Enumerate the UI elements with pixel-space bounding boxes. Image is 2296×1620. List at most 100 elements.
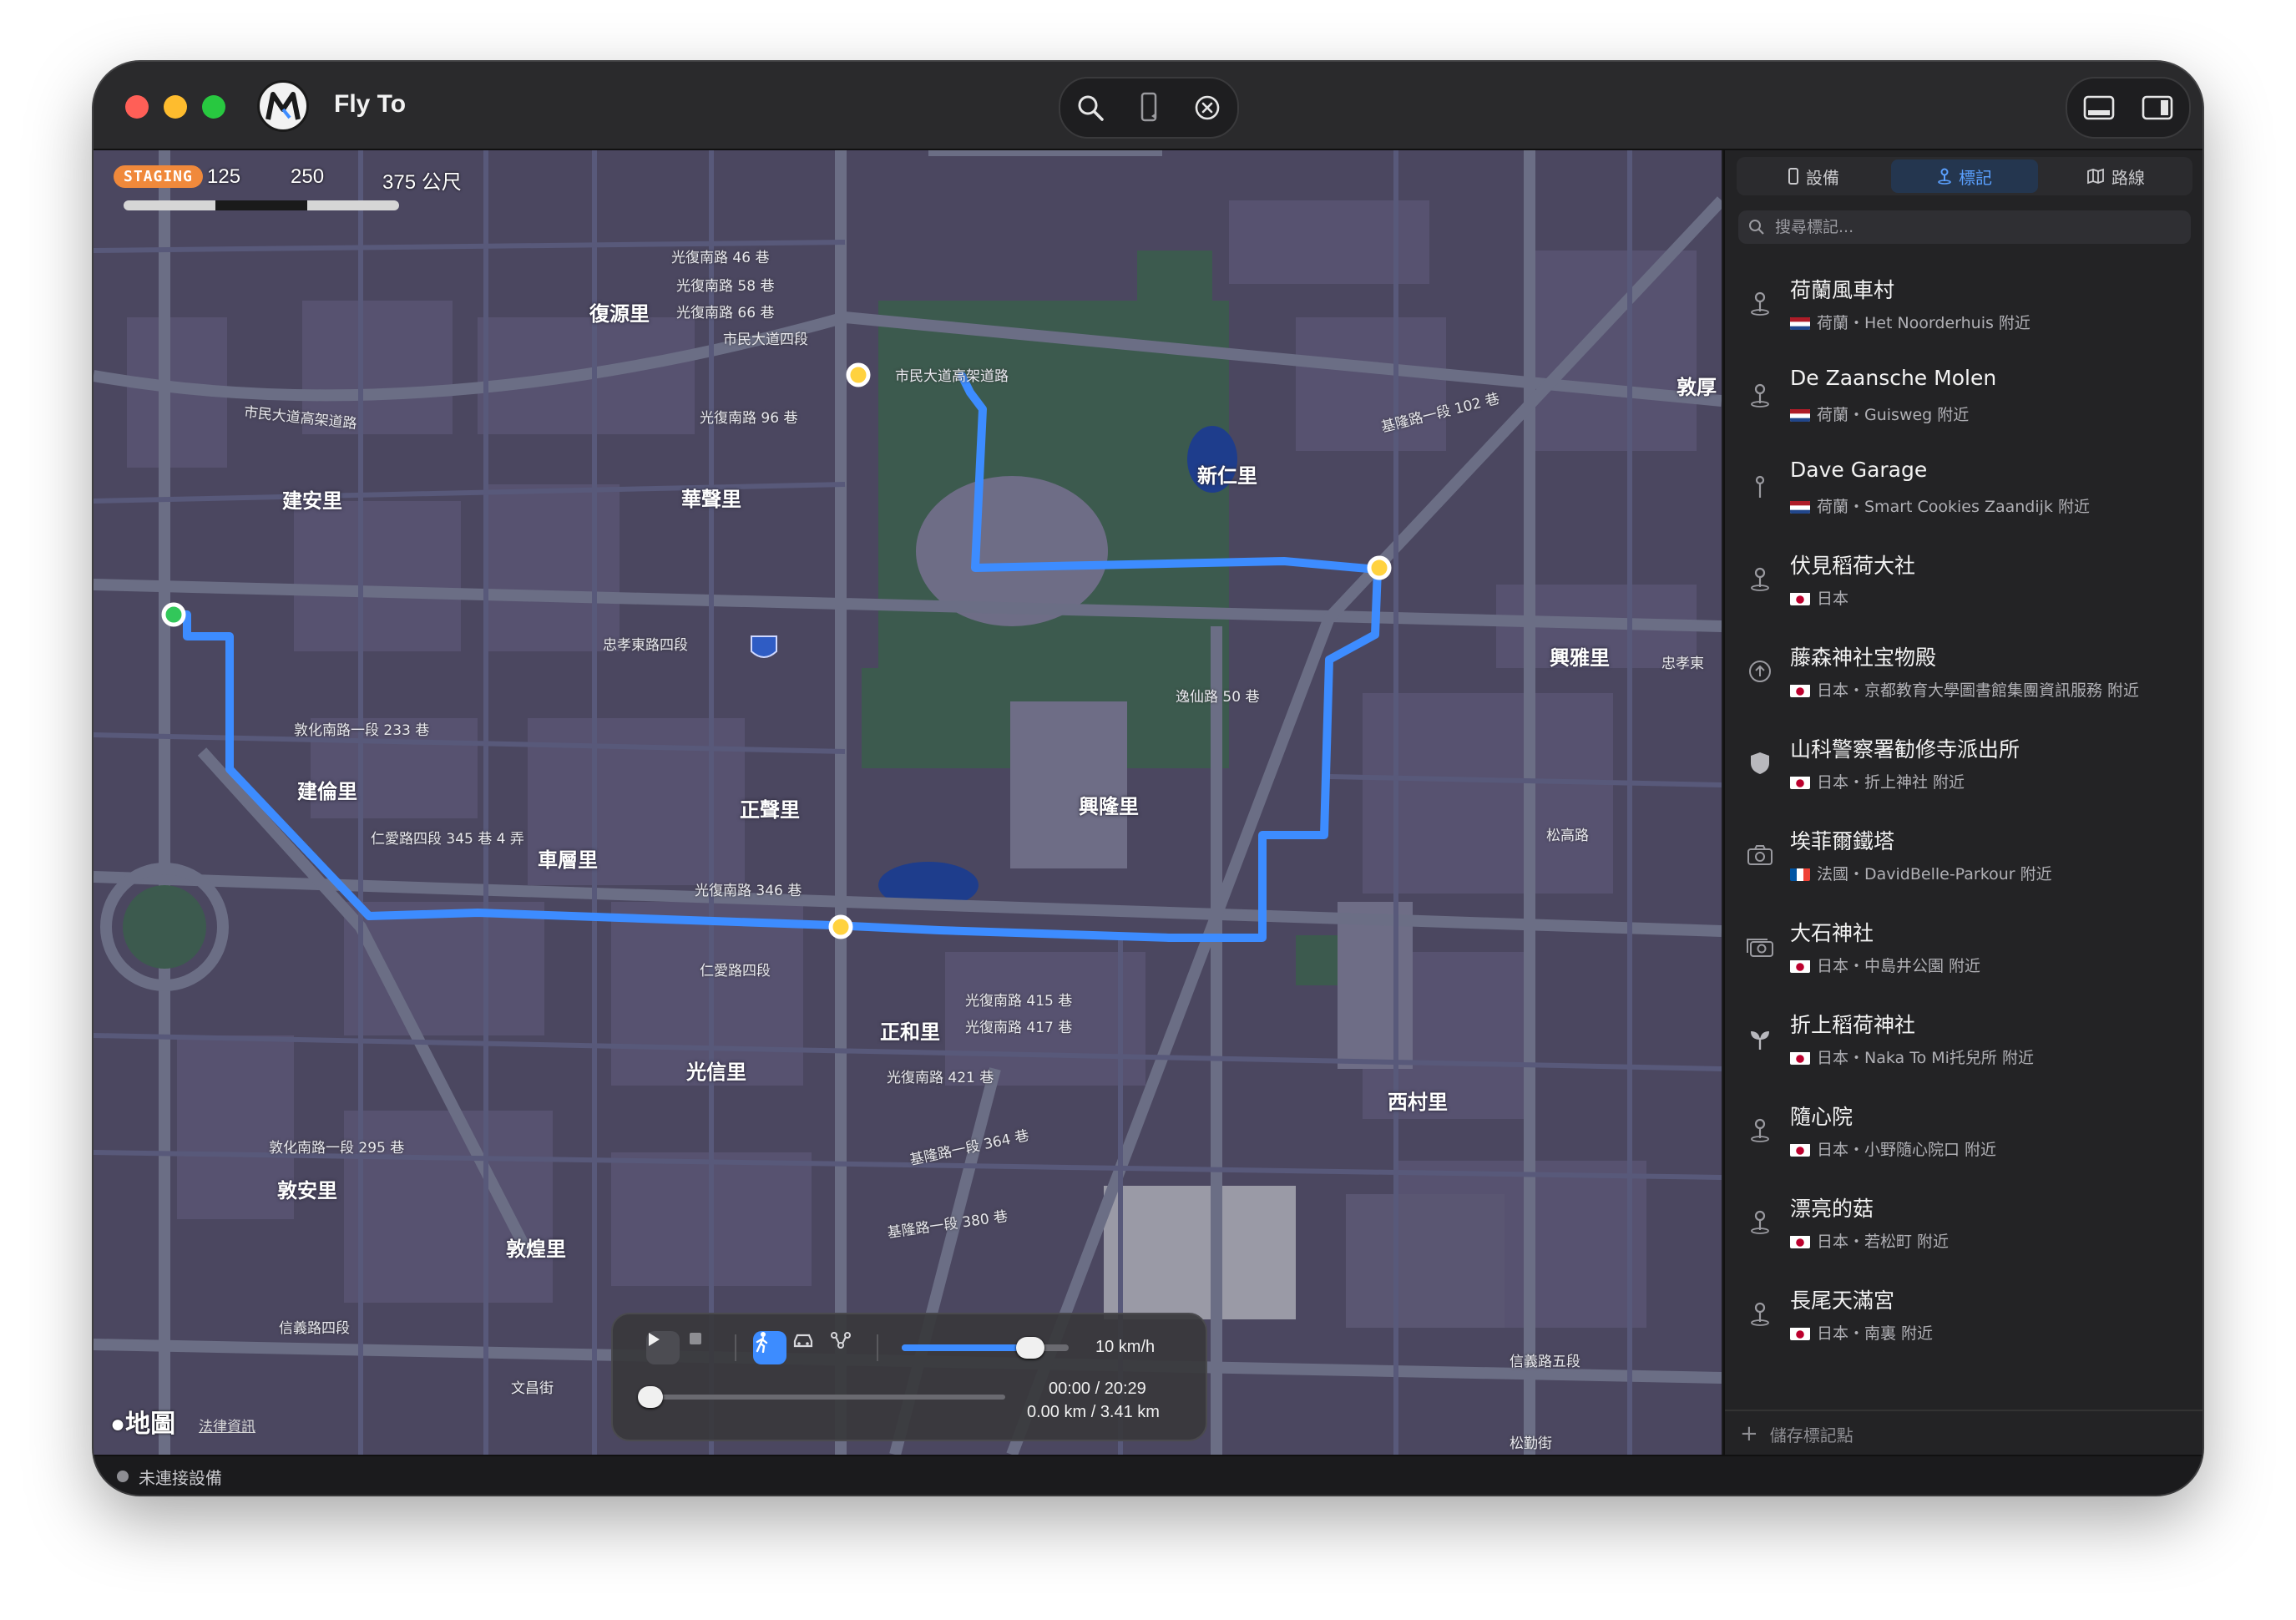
building <box>1104 1186 1296 1319</box>
district-label: 新仁里 <box>1197 464 1257 488</box>
road-label: 松高路 <box>1546 828 1589 844</box>
stop-button[interactable] <box>688 1331 721 1364</box>
toggle-sidebar-button[interactable] <box>2139 89 2176 126</box>
district-label: 華聲里 <box>681 488 741 511</box>
sidebar-tabs: 設備 標記 路線 <box>1737 157 2192 195</box>
device-icon <box>1788 168 1798 185</box>
road-label: 松勤街 <box>1510 1435 1552 1452</box>
marker-list-item[interactable]: 伏見稻荷大社 日本 <box>1725 533 2202 625</box>
play-icon <box>649 1333 660 1346</box>
maps-attribution: ●地圖 <box>110 1410 176 1438</box>
marker-subtitle: 日本 <box>1790 586 1848 609</box>
tab-markers[interactable]: 標記 <box>1891 159 2038 193</box>
search-icon <box>1078 95 1104 121</box>
marker-list-item[interactable]: Dave Garage 荷蘭・Smart Cookies Zaandijk 附近 <box>1725 441 2202 533</box>
marker-title: 山科警察署勧修寺派出所 <box>1790 737 2020 762</box>
panel-bottom-icon <box>2083 95 2115 120</box>
speed-slider-knob[interactable] <box>1016 1337 1044 1359</box>
play-button[interactable] <box>646 1331 680 1364</box>
memorial-hall <box>1010 701 1127 868</box>
marker-title: 長尾天滿宮 <box>1790 1288 1895 1313</box>
divider <box>735 1334 736 1361</box>
marker-title: De Zaansche Molen <box>1790 366 1997 390</box>
marker-list-item[interactable]: 隨心院 日本・小野隨心院口 附近 <box>1725 1084 2202 1176</box>
search-button[interactable] <box>1072 89 1109 126</box>
marker-title: 漂亮的菇 <box>1790 1197 1874 1221</box>
app-title: Fly To <box>334 90 407 118</box>
district-label: 興隆里 <box>1079 795 1139 818</box>
divider <box>877 1334 878 1361</box>
marker-list-item[interactable]: 山科警察署勧修寺派出所日本・折上神社 附近 <box>1725 716 2202 808</box>
district-label: 復源里 <box>589 302 650 326</box>
flag-jp-icon <box>1790 1051 1810 1065</box>
map-view[interactable]: 復源里 新仁里 建安里 華聲里 建倫里 正聲里 興隆里 車層里 正和里 光信里 … <box>94 150 1722 1455</box>
toggle-bottom-panel-button[interactable] <box>2081 89 2117 126</box>
district-label: 建安里 <box>282 489 342 513</box>
highway-shield-icon <box>751 635 777 658</box>
flag-jp-icon <box>1790 1327 1810 1340</box>
clear-button[interactable] <box>1189 89 1226 126</box>
road-label: 信義路四段 <box>279 1320 350 1337</box>
marker-subtitle: 日本・若松町 附近 <box>1790 1229 1949 1252</box>
distance-readout: 0.00 km / 3.41 km <box>1027 1403 1160 1421</box>
marker-location: 荷蘭・Smart Cookies Zaandijk 附近 <box>1817 498 2090 516</box>
road-label: 光復南路 421 巷 <box>887 1070 994 1086</box>
district-label: 車層里 <box>538 848 598 872</box>
speed-slider[interactable] <box>902 1337 1069 1359</box>
progress-slider[interactable] <box>638 1386 1005 1408</box>
route-waypoint-marker[interactable] <box>828 914 853 939</box>
road-label: 市民大道四段 <box>723 332 808 348</box>
flag-nl-icon <box>1790 316 1810 330</box>
route-start-marker[interactable] <box>161 602 186 627</box>
speed-value: 10 km/h <box>1095 1338 1156 1356</box>
marker-list-item[interactable]: De Zaansche Molen 荷蘭・Guisweg 附近 <box>1725 349 2202 441</box>
toolbar-center-group <box>1059 77 1239 139</box>
marker-list-item[interactable]: 大石神社 日本・中島井公園 附近 <box>1725 900 2202 992</box>
save-marker-button[interactable]: + 儲存標記點 <box>1725 1410 2202 1456</box>
district-label: 光信里 <box>686 1061 746 1084</box>
pin-icon <box>1745 1116 1775 1146</box>
marker-title: 藤森神社宝物殿 <box>1790 645 1937 670</box>
zoom-window-button[interactable] <box>202 95 225 119</box>
scale-label: 375 公尺 <box>382 171 462 194</box>
marker-list-item[interactable]: 荷蘭風車村荷蘭・Het Noorderhuis 附近 <box>1725 257 2202 349</box>
marker-title: 埃菲爾鐵塔 <box>1790 829 1895 853</box>
camera-stack-icon <box>1745 932 1775 962</box>
route-mode-button[interactable] <box>830 1331 863 1364</box>
road-label: 仁愛路四段 345 巷 4 弄 <box>371 831 524 848</box>
marker-list-item[interactable]: 長尾天滿宮日本・南裏 附近 <box>1725 1268 2202 1359</box>
flag-nl-icon <box>1790 500 1810 514</box>
tab-routes[interactable]: 路線 <box>2042 159 2189 193</box>
park-area <box>1137 251 1212 418</box>
marker-list-item[interactable]: 折上稻荷神社 日本・Naka To Mi托兒所 附近 <box>1725 992 2202 1084</box>
road-label: 仁愛路四段 <box>700 963 771 980</box>
district-label: 興雅里 <box>1550 646 1610 670</box>
marker-title: 荷蘭風車村 <box>1790 278 1895 302</box>
roundabout-center <box>123 885 206 969</box>
close-window-button[interactable] <box>125 95 149 119</box>
drive-mode-button[interactable] <box>791 1331 825 1364</box>
walk-mode-button[interactable] <box>753 1331 786 1364</box>
marker-location: 荷蘭・Het Noorderhuis 附近 <box>1817 314 2030 332</box>
marker-subtitle: 荷蘭・Smart Cookies Zaandijk 附近 <box>1790 494 2090 517</box>
minimize-window-button[interactable] <box>164 95 187 119</box>
tab-devices[interactable]: 設備 <box>1740 159 1887 193</box>
marker-subtitle: 荷蘭・Guisweg 附近 <box>1790 402 1969 425</box>
road-label: 光復南路 346 巷 <box>695 883 802 899</box>
progress-slider-knob[interactable] <box>638 1386 663 1408</box>
app-window: Fly To 復源里 新仁里 建安里 華聲里 建倫里 正聲里 興隆里 車層里 正… <box>94 62 2202 1495</box>
marker-list-item[interactable]: 埃菲爾鐵塔 法國・DavidBelle-Parkour 附近 <box>1725 808 2202 900</box>
marker-location: 日本・折上神社 附近 <box>1817 773 1965 792</box>
scale-bar <box>124 200 399 210</box>
route-waypoint-marker[interactable] <box>846 362 871 387</box>
device-location-button[interactable] <box>1130 89 1167 126</box>
legal-link[interactable]: 法律資訊 <box>199 1415 255 1435</box>
marker-list-item[interactable]: 漂亮的菇日本・若松町 附近 <box>1725 1176 2202 1268</box>
marker-location: 日本・若松町 附近 <box>1817 1233 1950 1251</box>
marker-list-item[interactable]: 藤森神社宝物殿 日本・京都教育大學圖書館集團資訊服務 附近 <box>1725 625 2202 716</box>
marker-location: 日本・南裏 附近 <box>1817 1324 1934 1343</box>
route-waypoint-marker[interactable] <box>1367 555 1392 580</box>
connection-status-dot <box>117 1471 129 1482</box>
marker-search-input[interactable] <box>1773 217 2177 237</box>
road-label: 敦化南路一段 295 巷 <box>269 1140 405 1157</box>
